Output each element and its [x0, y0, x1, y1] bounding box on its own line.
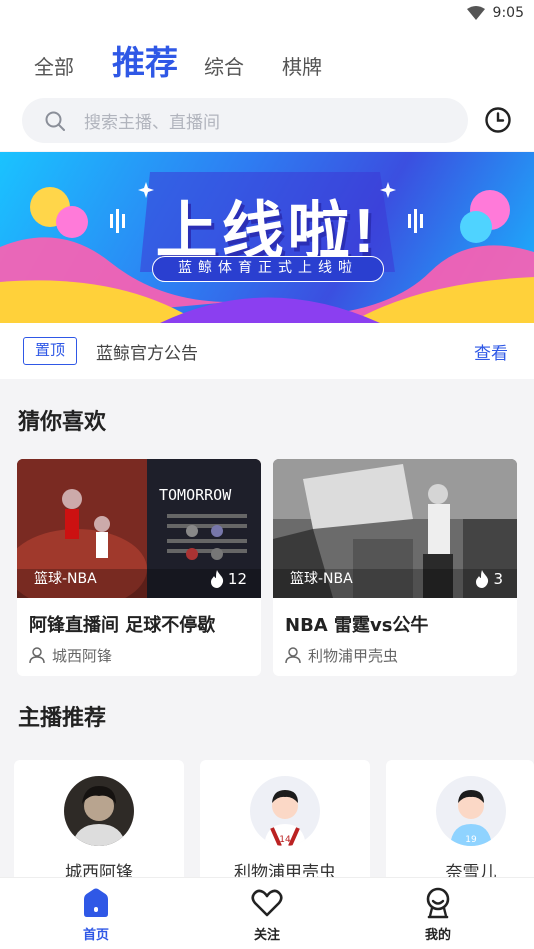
jersey-number: 19	[465, 835, 477, 845]
notice-text: 蓝鲸官方公告	[96, 343, 198, 364]
nav-label: 关注	[253, 928, 280, 943]
heat-count: 12	[210, 570, 247, 588]
card-title: NBA 雷霆vs公牛	[285, 615, 429, 636]
tab-recommend[interactable]: 推荐	[112, 36, 178, 84]
pinned-notice[interactable]: 置顶 蓝鲸官方公告 查看	[0, 323, 534, 379]
tab-chess[interactable]: 棋牌	[282, 51, 322, 80]
heat-value: 12	[227, 570, 247, 588]
card-author: 城西阿锋	[29, 645, 112, 666]
thumbnail-caption: TOMORROW	[159, 486, 232, 504]
card-title: 阿锋直播间 足球不停歇	[29, 615, 216, 636]
live-thumbnail: 篮球-NBA 3	[273, 459, 517, 598]
banner-subtitle: 蓝鲸体育正式上线啦	[152, 256, 384, 282]
heat-value: 3	[493, 570, 503, 588]
flame-icon	[476, 570, 489, 588]
avatar: 14	[250, 776, 320, 846]
status-bar: 9:05	[0, 0, 534, 30]
heart-icon	[251, 889, 283, 917]
avatar: 19	[436, 776, 506, 846]
nav-follow[interactable]: 关注	[222, 886, 312, 943]
search-icon	[45, 111, 65, 131]
category-label: 篮球-NBA	[34, 571, 97, 587]
live-room-card[interactable]: TOMORROW 篮球-NBA 12 阿锋直播间 足球不停歇 城西阿锋	[17, 459, 261, 676]
app-screen: 9:05 全部 推荐 综合 棋牌 搜索主播、直播间 上线啦! 蓝鲸体育正式上线啦…	[0, 0, 534, 949]
live-thumbnail: TOMORROW 篮球-NBA 12	[17, 459, 261, 598]
user-outline-icon	[285, 647, 301, 664]
section-title-guess: 猜你喜欢	[18, 410, 107, 435]
pinned-badge: 置顶	[23, 337, 77, 365]
category-label: 篮球-NBA	[290, 571, 353, 587]
promo-banner[interactable]: 上线啦! 蓝鲸体育正式上线啦	[0, 152, 534, 323]
nav-label: 我的	[424, 928, 451, 943]
bottom-navigation: 首页 关注 我的	[0, 877, 534, 949]
wifi-icon	[466, 6, 485, 20]
tab-general[interactable]: 综合	[204, 51, 244, 80]
status-time: 9:05	[492, 5, 524, 21]
home-icon	[84, 888, 108, 917]
user-icon	[426, 887, 450, 919]
category-tabs: 全部 推荐 综合 棋牌	[34, 36, 360, 84]
view-notice-link[interactable]: 查看	[474, 339, 508, 364]
search-placeholder: 搜索主播、直播间	[84, 113, 220, 133]
section-title-anchors: 主播推荐	[18, 706, 107, 731]
top-header: 全部 推荐 综合 棋牌 搜索主播、直播间	[0, 30, 534, 151]
flame-icon	[210, 570, 224, 588]
author-name: 城西阿锋	[52, 647, 113, 665]
search-input[interactable]: 搜索主播、直播间	[22, 98, 468, 143]
tab-all[interactable]: 全部	[34, 51, 74, 80]
avatar	[64, 776, 134, 846]
user-outline-icon	[29, 647, 45, 664]
heat-count: 3	[475, 570, 503, 588]
jersey-number: 14	[279, 835, 291, 845]
card-author: 利物浦甲壳虫	[285, 645, 398, 666]
live-room-card[interactable]: 篮球-NBA 3 NBA 雷霆vs公牛 利物浦甲壳虫	[273, 459, 517, 676]
author-name: 利物浦甲壳虫	[308, 647, 399, 665]
nav-profile[interactable]: 我的	[393, 886, 483, 943]
nav-label: 首页	[82, 928, 109, 943]
nav-home[interactable]: 首页	[51, 886, 141, 943]
history-clock-icon[interactable]	[484, 106, 512, 134]
